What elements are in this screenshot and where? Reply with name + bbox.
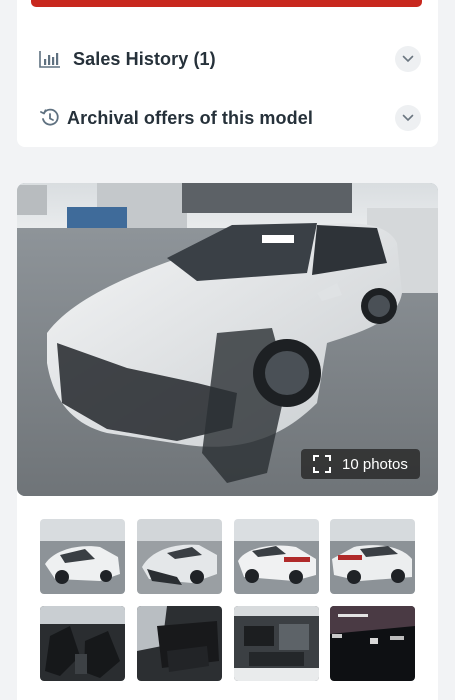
thumb-engine-bay[interactable] — [234, 606, 319, 681]
main-vehicle-photo[interactable]: 10 photos — [17, 183, 438, 496]
thumb-front-seats[interactable] — [40, 606, 125, 681]
thumb-front-right-damage[interactable] — [137, 519, 222, 594]
thumb-front-left[interactable] — [40, 519, 125, 594]
thumb-dashboard[interactable] — [330, 606, 415, 681]
thumb-rear-seats[interactable] — [137, 606, 222, 681]
archival-offers-label: Archival offers of this model — [67, 107, 313, 128]
bar-chart-icon — [39, 48, 61, 70]
chevron-down-icon[interactable] — [395, 46, 421, 72]
photo-count-badge[interactable]: 10 photos — [301, 449, 420, 479]
vehicle-info-card: Sales History (1) Archival offers of thi… — [17, 0, 438, 147]
photo-gallery: 10 photos — [17, 183, 438, 700]
fullscreen-icon — [313, 455, 331, 473]
chevron-down-icon[interactable] — [395, 105, 421, 131]
archival-offers-accordion[interactable]: Archival offers of this model — [17, 94, 438, 142]
history-icon — [39, 107, 61, 129]
photo-count-label: 10 photos — [342, 455, 408, 473]
thumb-rear-right[interactable] — [330, 519, 415, 594]
action-bar-bottom-edge[interactable] — [31, 0, 422, 7]
thumb-rear-left[interactable] — [234, 519, 319, 594]
sales-history-label: Sales History (1) — [73, 48, 216, 69]
sales-history-accordion[interactable]: Sales History (1) — [17, 35, 438, 83]
